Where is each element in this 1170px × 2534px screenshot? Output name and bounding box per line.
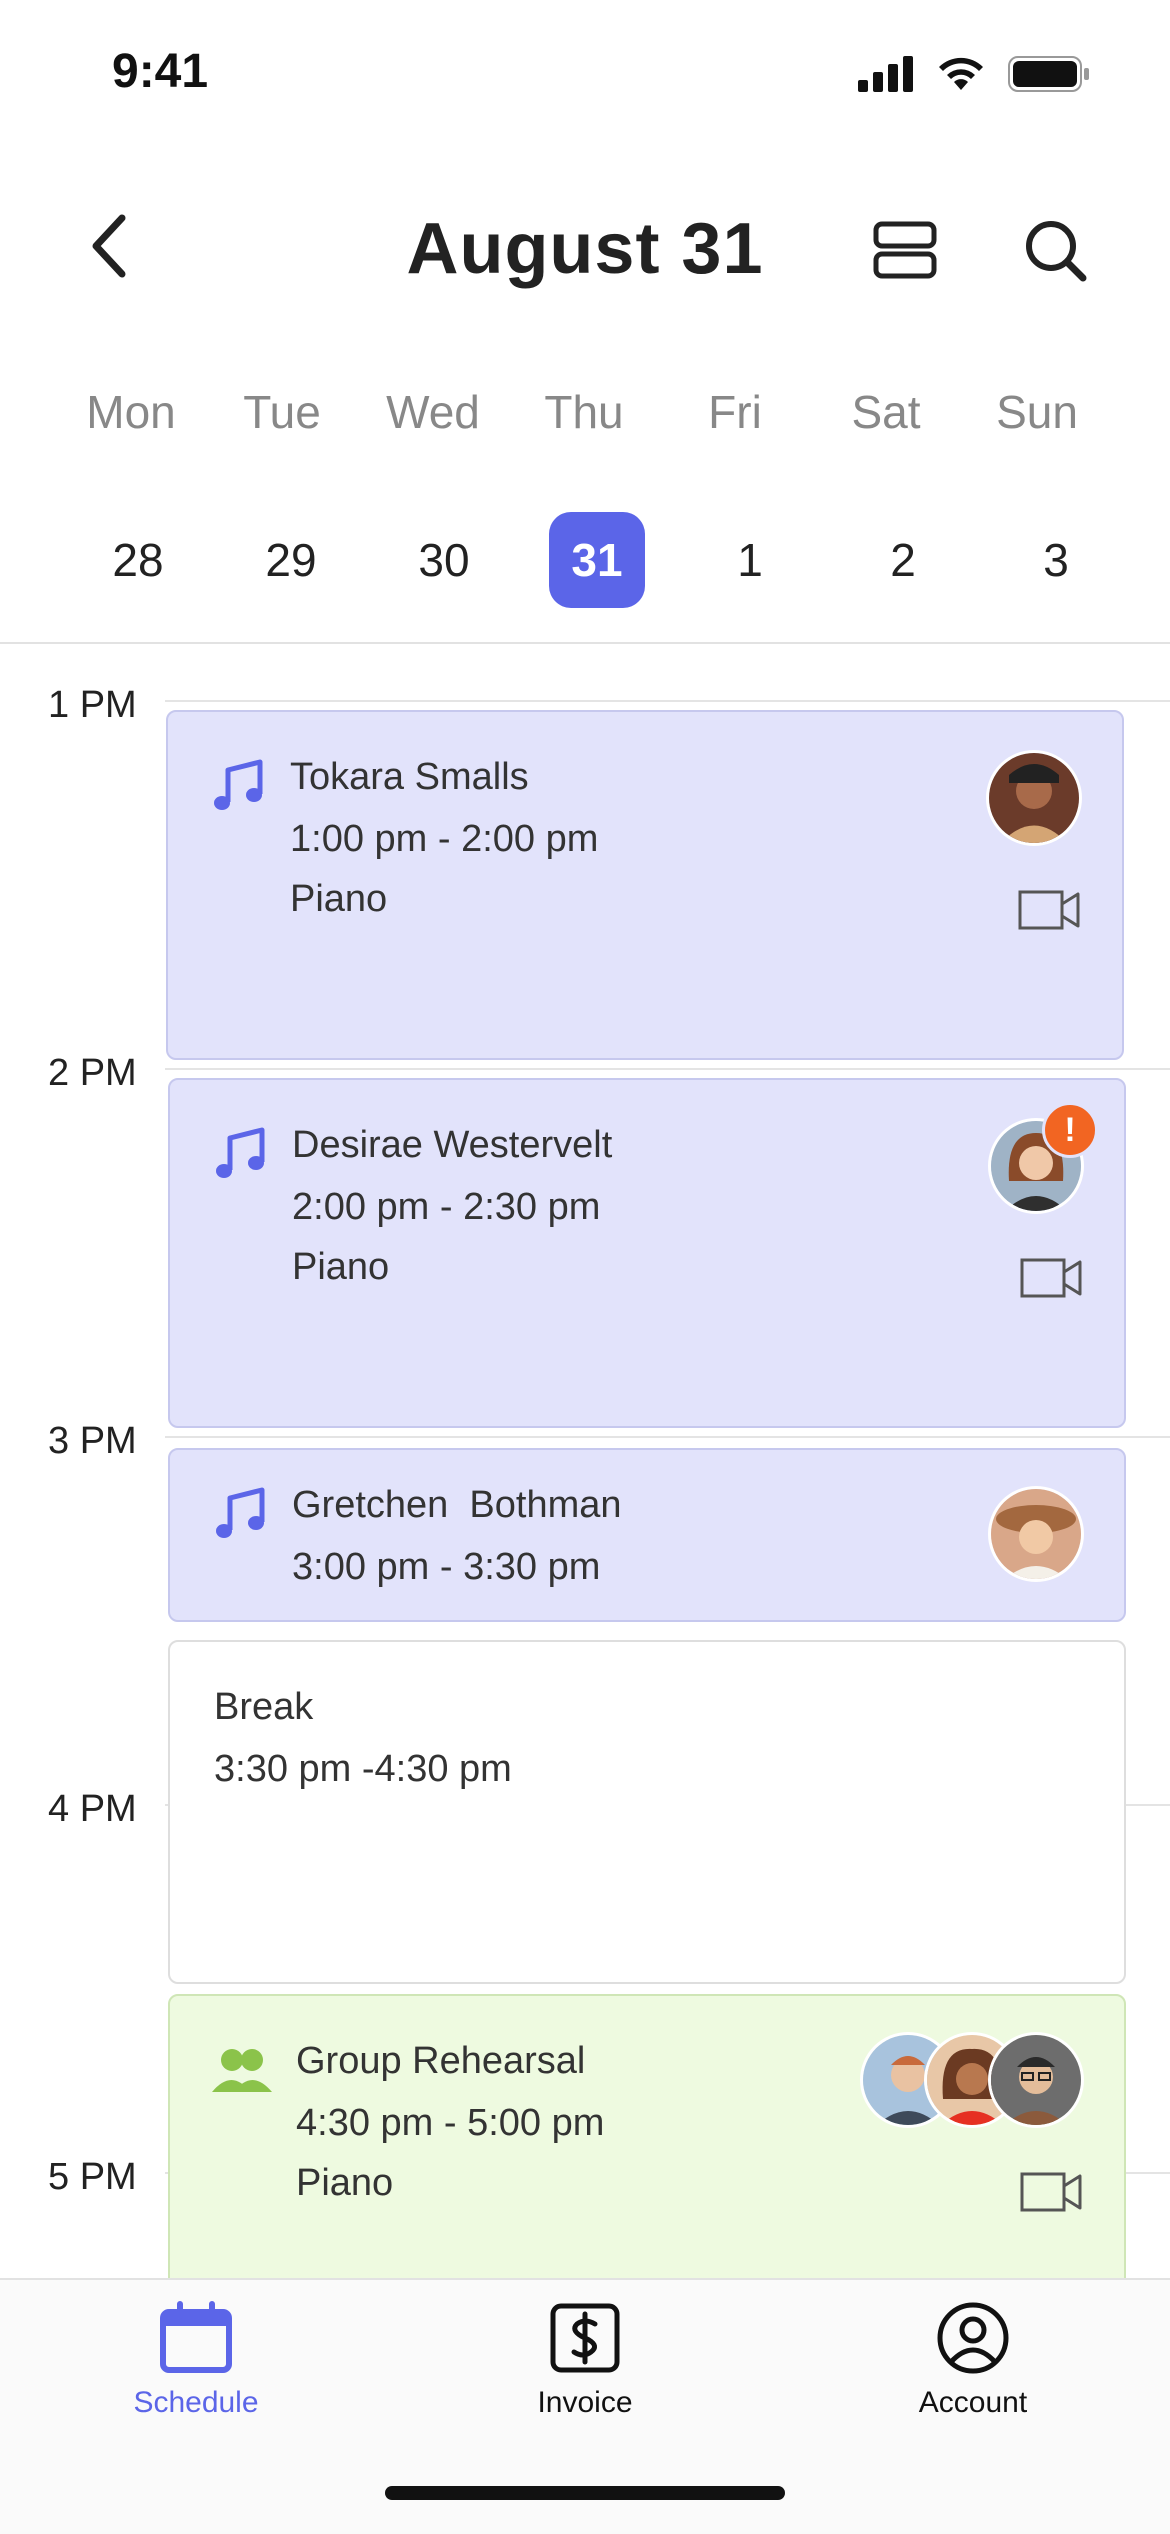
music-note-icon	[216, 1127, 265, 1178]
event-card[interactable]: Desirae Westervelt 2:00 pm - 2:30 pm Pia…	[168, 1078, 1126, 1428]
calendar-icon	[160, 2301, 232, 2373]
tab-schedule[interactable]: Schedule	[76, 2300, 316, 2440]
hour-label: 4 PM	[48, 1788, 137, 1830]
music-note-icon	[214, 759, 263, 810]
tab-label: Invoice	[537, 2386, 633, 2419]
video-camera-icon[interactable]	[1020, 2170, 1082, 2214]
video-camera-icon[interactable]	[1020, 1256, 1082, 1300]
avatar	[988, 2032, 1084, 2128]
avatar	[986, 750, 1082, 846]
group-event-card[interactable]: Group Rehearsal 4:30 pm - 5:00 pm Piano	[168, 1994, 1126, 2278]
event-time: 1:00 pm - 2:00 pm	[290, 818, 599, 860]
weekday-label: Fri	[708, 386, 762, 438]
date-cell[interactable]: 2	[855, 512, 951, 608]
cellular-signal-icon	[858, 56, 913, 92]
event-name: Gretchen Bothman	[292, 1484, 622, 1526]
date-cell[interactable]: 29	[243, 512, 339, 608]
date-cell[interactable]: 1	[702, 512, 798, 608]
list-view-icon	[873, 221, 937, 279]
wifi-icon	[939, 57, 983, 90]
event-card[interactable]: Gretchen Bothman 3:00 pm - 3:30 pm	[168, 1448, 1126, 1622]
event-card[interactable]: Tokara Smalls 1:00 pm - 2:00 pm Piano	[166, 710, 1124, 1060]
event-name: Tokara Smalls	[290, 756, 529, 798]
date-cell[interactable]: 30	[396, 512, 492, 608]
status-icons	[858, 56, 1090, 92]
search-icon	[1026, 221, 1087, 282]
hour-label: 1 PM	[48, 684, 137, 726]
event-time: 3:30 pm -4:30 pm	[214, 1748, 512, 1790]
event-time: 3:00 pm - 3:30 pm	[292, 1546, 601, 1588]
view-toggle-button[interactable]	[860, 210, 950, 290]
music-note-icon	[216, 1487, 265, 1538]
date-cell[interactable]: 28	[90, 512, 186, 608]
weekday-label: Sat	[851, 386, 921, 438]
tab-invoice[interactable]: Invoice	[465, 2300, 705, 2440]
hour-line	[165, 1436, 1170, 1438]
tab-account[interactable]: Account	[853, 2300, 1093, 2440]
weekday-label: Thu	[544, 386, 624, 438]
event-time: 4:30 pm - 5:00 pm	[296, 2102, 605, 2144]
home-indicator	[385, 2486, 785, 2500]
tab-label: Schedule	[133, 2386, 259, 2419]
event-name: Break	[214, 1686, 314, 1728]
alert-badge: !	[1042, 1102, 1098, 1158]
date-row: 28 29 30 31 1 2 3	[0, 512, 1170, 608]
video-camera-icon[interactable]	[1018, 888, 1080, 932]
group-icon	[212, 2049, 272, 2092]
hour-line	[165, 700, 1170, 702]
status-bar: 9:41	[0, 0, 1170, 150]
header: August 31	[0, 170, 1170, 320]
hour-label: 5 PM	[48, 2156, 137, 2198]
date-cell-selected[interactable]: 31	[549, 512, 645, 608]
hour-label: 2 PM	[48, 1052, 137, 1094]
weekday-row: Mon Tue Wed Thu Fri Sat Sun	[0, 385, 1170, 455]
avatar	[988, 1486, 1084, 1582]
weekday-label: Mon	[86, 386, 176, 438]
dollar-icon	[550, 2303, 620, 2373]
event-name: Group Rehearsal	[296, 2040, 586, 2082]
event-subject: Piano	[292, 1246, 390, 1288]
date-cell[interactable]: 3	[1008, 512, 1104, 608]
weekday-label: Tue	[243, 386, 321, 438]
weekday-label: Sun	[996, 386, 1078, 438]
page-title: August 31	[406, 209, 764, 289]
event-subject: Piano	[296, 2162, 394, 2204]
tab-label: Account	[918, 2386, 1028, 2419]
battery-icon	[1008, 56, 1089, 92]
event-name: Desirae Westervelt	[292, 1124, 613, 1166]
hour-label: 3 PM	[48, 1420, 137, 1462]
status-time: 9:41	[112, 45, 209, 98]
event-subject: Piano	[290, 878, 388, 920]
search-button[interactable]	[1010, 210, 1100, 290]
user-icon	[937, 2302, 1009, 2374]
weekday-label: Wed	[386, 386, 480, 438]
schedule-timeline[interactable]: 1 PM 2 PM 3 PM 4 PM 5 PM Tokara Smalls 1…	[0, 644, 1170, 2278]
break-card[interactable]: Break 3:30 pm -4:30 pm	[168, 1640, 1126, 1984]
event-time: 2:00 pm - 2:30 pm	[292, 1186, 601, 1228]
hour-line	[165, 1068, 1170, 1070]
